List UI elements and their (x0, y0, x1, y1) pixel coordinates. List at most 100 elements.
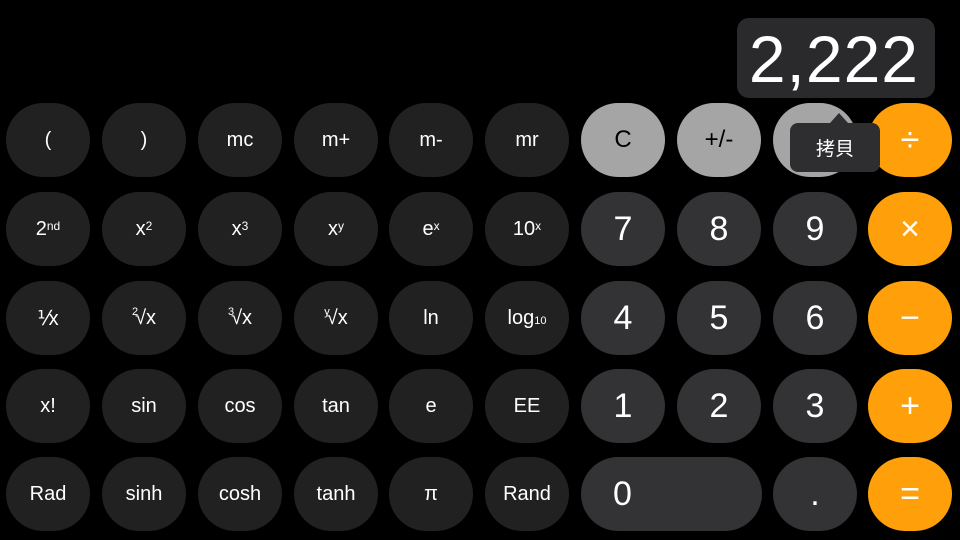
square-root-button[interactable]: 2 √x (102, 281, 186, 355)
plus-minus-button[interactable]: +/- (677, 103, 761, 177)
divide-button[interactable]: ÷ (868, 103, 952, 177)
multiply-button[interactable]: × (868, 192, 952, 266)
key-superscript: 2 (145, 219, 153, 233)
key-superscript: nd (46, 219, 61, 233)
mr-button[interactable]: mr (485, 103, 569, 177)
key-label: ( (44, 128, 52, 151)
key-label: m+ (321, 128, 351, 151)
key-superscript: x (535, 219, 542, 233)
key-label: ln (423, 306, 439, 329)
close-paren-button[interactable]: ) (102, 103, 186, 177)
mc-button[interactable]: mc (198, 103, 282, 177)
open-paren-button[interactable]: ( (6, 103, 90, 177)
key-label: π (424, 482, 438, 505)
seven-button[interactable]: 7 (581, 192, 665, 266)
key-label: C (614, 126, 632, 153)
root-index: 3 (227, 306, 235, 318)
rand-button[interactable]: Rand (485, 457, 569, 531)
key-label: x! (40, 394, 56, 417)
key-label: cos (224, 394, 256, 417)
key-label: 2 (35, 217, 47, 240)
key-label: 5 (709, 298, 729, 337)
reciprocal-button[interactable]: ⅟x (6, 281, 90, 355)
key-label: √x (135, 306, 157, 329)
second-button[interactable]: 2nd (6, 192, 90, 266)
key-label: = (900, 474, 920, 513)
key-label: ÷ (900, 120, 920, 159)
m-plus-button[interactable]: m+ (294, 103, 378, 177)
key-label: Rad (29, 482, 67, 505)
decimal-button[interactable]: . (773, 457, 857, 531)
five-button[interactable]: 5 (677, 281, 761, 355)
key-subscript: 10 (534, 315, 547, 327)
key-label: × (900, 209, 920, 248)
key-label: 8 (709, 209, 729, 248)
add-button[interactable]: + (868, 369, 952, 443)
rad-button[interactable]: Rad (6, 457, 90, 531)
sinh-button[interactable]: sinh (102, 457, 186, 531)
tanh-button[interactable]: tanh (294, 457, 378, 531)
key-label: m- (419, 128, 443, 151)
key-superscript: y (338, 219, 344, 233)
x-squared-button[interactable]: x2 (102, 192, 186, 266)
cube-root-button[interactable]: 3 √x (198, 281, 282, 355)
key-label: ) (140, 128, 148, 151)
key-label: 7 (613, 209, 633, 248)
pi-button[interactable]: π (389, 457, 473, 531)
nine-button[interactable]: 9 (773, 192, 857, 266)
key-label: x (231, 217, 242, 240)
factorial-button[interactable]: x! (6, 369, 90, 443)
key-label: cosh (218, 482, 262, 505)
y-root-button[interactable]: y √x (294, 281, 378, 355)
log10-button[interactable]: log 10 (485, 281, 569, 355)
key-label: EE (513, 394, 541, 417)
root-index: y (324, 306, 330, 318)
ee-button[interactable]: EE (485, 369, 569, 443)
ln-button[interactable]: ln (389, 281, 473, 355)
key-label: . (810, 474, 820, 513)
key-superscript: 3 (241, 219, 249, 233)
key-label: 2 (709, 386, 729, 425)
key-label: mr (515, 128, 539, 151)
four-button[interactable]: 4 (581, 281, 665, 355)
eight-button[interactable]: 8 (677, 192, 761, 266)
tan-button[interactable]: tan (294, 369, 378, 443)
key-label: 4 (613, 298, 633, 337)
subtract-button[interactable]: − (868, 281, 952, 355)
equals-button[interactable]: = (868, 457, 952, 531)
key-label: e (422, 217, 434, 240)
cosh-button[interactable]: cosh (198, 457, 282, 531)
key-label: tan (322, 394, 350, 417)
key-label: sinh (125, 482, 163, 505)
key-label: 0 (613, 474, 632, 513)
key-label: sin (131, 394, 157, 417)
key-label: + (900, 386, 920, 425)
key-label: 3 (805, 386, 825, 425)
e-button[interactable]: e (389, 369, 473, 443)
cos-button[interactable]: cos (198, 369, 282, 443)
two-button[interactable]: 2 (677, 369, 761, 443)
key-label: Rand (503, 482, 551, 505)
sin-button[interactable]: sin (102, 369, 186, 443)
key-label: e (425, 394, 437, 417)
e-to-x-button[interactable]: ex (389, 192, 473, 266)
key-label: mc (226, 128, 254, 151)
three-button[interactable]: 3 (773, 369, 857, 443)
result-display[interactable]: 2,222 (737, 18, 935, 98)
key-label: log (507, 306, 535, 329)
key-label: ⅟x (37, 307, 59, 330)
key-label: 10 (512, 217, 536, 240)
key-label: − (900, 298, 920, 337)
zero-button[interactable]: 0 (581, 457, 762, 531)
copy-tooltip[interactable]: 拷貝 (790, 113, 880, 172)
x-cubed-button[interactable]: x3 (198, 192, 282, 266)
clear-button[interactable]: C (581, 103, 665, 177)
root-index: 2 (131, 306, 139, 318)
one-button[interactable]: 1 (581, 369, 665, 443)
key-label: +/- (704, 126, 734, 153)
key-label: tanh (316, 482, 356, 505)
m-minus-button[interactable]: m- (389, 103, 473, 177)
x-to-y-button[interactable]: xy (294, 192, 378, 266)
ten-to-x-button[interactable]: 10 x (485, 192, 569, 266)
six-button[interactable]: 6 (773, 281, 857, 355)
